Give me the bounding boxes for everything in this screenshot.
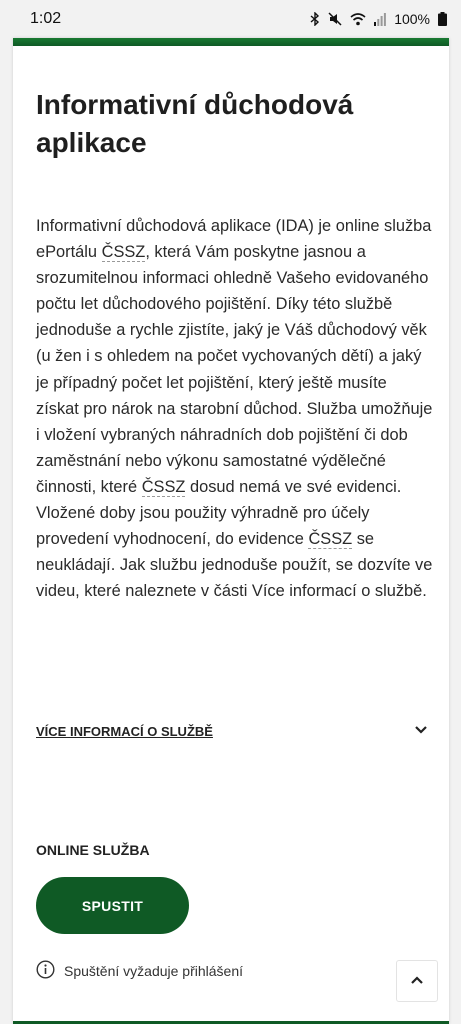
mute-icon <box>328 12 342 26</box>
info-icon <box>36 960 55 982</box>
page-title-line2: aplikace <box>36 127 147 158</box>
status-time: 1:02 <box>30 10 62 27</box>
service-description: Informativní důchodová aplikace (IDA) je… <box>36 213 434 604</box>
abbr-cssz: ČSSZ <box>101 243 146 263</box>
content-card: Informativní důchodová aplikace Informat… <box>13 38 449 1024</box>
login-note: Spuštění vyžaduje přihlášení <box>36 960 243 982</box>
run-button[interactable]: SPUSTIT <box>36 877 189 934</box>
bluetooth-icon <box>310 12 320 26</box>
battery-icon <box>438 12 447 26</box>
more-info-accordion[interactable]: VÍCE INFORMACÍ O SLUŽBĚ <box>36 719 428 743</box>
chevron-up-icon[interactable] <box>410 972 424 990</box>
abbr-cssz: ČSSZ <box>141 477 186 497</box>
status-icons: 100% <box>310 11 447 27</box>
status-bar: 1:02 100% <box>0 0 461 38</box>
more-info-label[interactable]: VÍCE INFORMACÍ O SLUŽBĚ <box>36 724 213 739</box>
abbr-cssz: ČSSZ <box>308 530 353 550</box>
header-stripe <box>13 38 449 46</box>
wifi-icon <box>350 12 366 26</box>
scroll-to-top-button[interactable] <box>396 960 438 1002</box>
description-part2: , která Vám poskytne jasnou a srozumitel… <box>36 243 433 496</box>
page-title-line1: Informativní důchodová <box>36 89 354 120</box>
online-service-label: ONLINE SLUŽBA <box>36 842 150 858</box>
page-title: Informativní důchodová aplikace <box>36 86 426 162</box>
login-note-text: Spuštění vyžaduje přihlášení <box>64 963 243 979</box>
signal-icon <box>374 12 387 26</box>
chevron-down-icon[interactable] <box>414 722 428 740</box>
battery-percent: 100% <box>394 11 430 27</box>
